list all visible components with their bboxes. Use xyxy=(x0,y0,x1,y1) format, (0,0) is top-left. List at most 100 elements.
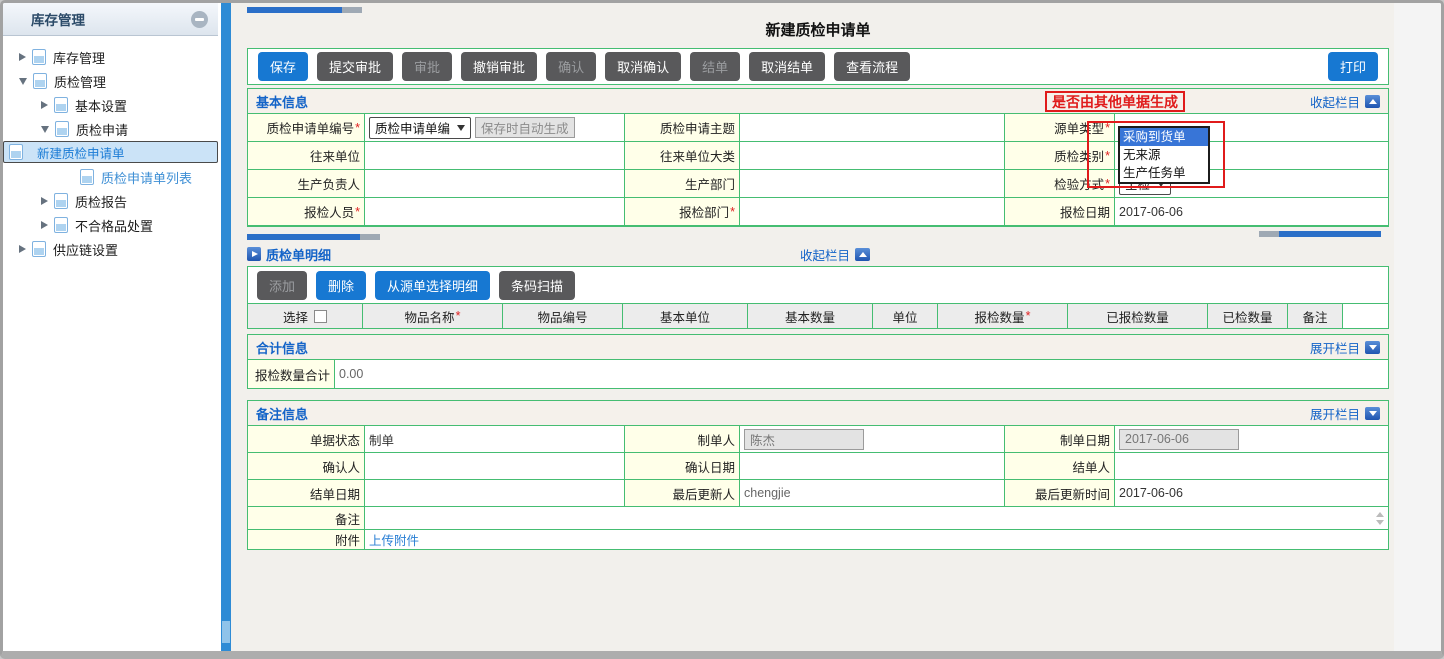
expander-collapsed-icon[interactable] xyxy=(41,101,48,109)
tree-item-qc-report[interactable]: 质检报告 xyxy=(3,189,218,213)
partner-category-field[interactable] xyxy=(740,142,1005,169)
tree-item-defective-handling[interactable]: 不合格品处置 xyxy=(3,213,218,237)
chevron-up-icon[interactable] xyxy=(1376,512,1384,517)
closer-value xyxy=(1115,453,1388,479)
remark-textarea[interactable] xyxy=(365,507,1388,529)
save-button[interactable]: 保存 xyxy=(258,52,308,81)
expander-expanded-icon[interactable] xyxy=(41,126,49,133)
tree-item-inventory-mgmt[interactable]: 库存管理 xyxy=(3,45,218,69)
select-all-checkbox[interactable] xyxy=(314,310,327,323)
tree-item-qc-apply-list[interactable]: 质检申请单列表 xyxy=(3,165,218,189)
content-right-gutter xyxy=(1394,3,1441,651)
expander-expanded-icon[interactable] xyxy=(19,78,27,85)
production-manager-field[interactable] xyxy=(365,170,625,197)
splitter-handle[interactable] xyxy=(222,621,230,643)
subject-field[interactable] xyxy=(740,114,1005,141)
scrollbar-thumb[interactable] xyxy=(247,7,342,13)
view-flow-button[interactable]: 查看流程 xyxy=(834,52,910,81)
tree-item-qc-apply[interactable]: 质检申请 xyxy=(3,117,218,141)
revoke-approval-button[interactable]: 撤销审批 xyxy=(461,52,537,81)
last-update-time-value: 2017-06-06 xyxy=(1115,480,1388,506)
tree-item-label: 不合格品处置 xyxy=(75,216,153,235)
tree-item-label: 库存管理 xyxy=(53,48,105,67)
required-marker: * xyxy=(1105,177,1110,191)
collapse-section-link[interactable]: 收起栏目 xyxy=(800,245,870,264)
submit-approval-button[interactable]: 提交审批 xyxy=(317,52,393,81)
collapse-up-icon xyxy=(855,248,870,261)
total-apply-qty-label: 报检数量合计 xyxy=(248,360,335,388)
tree-item-label: 质检申请 xyxy=(76,120,128,139)
expander-collapsed-icon[interactable] xyxy=(41,197,48,205)
tree-item-label: 质检管理 xyxy=(54,72,106,91)
sidebar: 库存管理 库存管理 质检管理 基本设置 xyxy=(3,3,218,651)
basic-info-section: 基本信息 是否由其他单据生成 收起栏目 质检申请单编号* 质检申请单编 保存时自… xyxy=(247,88,1389,227)
red-annotation-text: 是否由其他单据生成 xyxy=(1045,91,1185,112)
cancel-close-button[interactable]: 取消结单 xyxy=(749,52,825,81)
applicant-field[interactable] xyxy=(365,198,625,225)
total-section-header: 合计信息 展开栏目 xyxy=(248,335,1388,360)
scrollbar-track[interactable] xyxy=(1259,231,1279,237)
source-type-label: 源单类型* xyxy=(1005,114,1115,141)
expander-collapsed-icon[interactable] xyxy=(41,221,48,229)
sidebar-splitter[interactable] xyxy=(221,3,231,651)
form-row: 报检人员* 报检部门* 报检日期 2017-06-06 xyxy=(248,198,1388,226)
chevron-down-icon[interactable] xyxy=(1376,520,1384,525)
expander-collapsed-icon[interactable] xyxy=(19,245,26,253)
qc-category-label: 质检类别* xyxy=(1005,142,1115,169)
print-button[interactable]: 打印 xyxy=(1328,52,1378,81)
horizontal-scrollbar[interactable] xyxy=(247,7,362,13)
textarea-spinner[interactable] xyxy=(1376,512,1384,525)
confirmer-value xyxy=(365,453,625,479)
creator-label: 制单人 xyxy=(625,426,740,452)
column-unit: 单位 xyxy=(873,304,938,328)
required-marker: * xyxy=(1105,121,1110,135)
cancel-confirm-button[interactable]: 取消确认 xyxy=(605,52,681,81)
expander-collapsed-icon[interactable] xyxy=(19,53,26,61)
document-icon xyxy=(54,97,68,113)
dropdown-option[interactable]: 生产任务单 xyxy=(1120,164,1208,182)
document-icon xyxy=(55,121,69,137)
remark-label: 备注 xyxy=(248,507,365,529)
partner-label: 往来单位 xyxy=(248,142,365,169)
delete-row-button[interactable]: 删除 xyxy=(316,271,366,300)
upload-attachment-link[interactable]: 上传附件 xyxy=(369,530,419,549)
barcode-scan-button[interactable]: 条码扫描 xyxy=(499,271,575,300)
form-row: 往来单位 往来单位大类 质检类别* xyxy=(248,142,1388,170)
dropdown-option[interactable]: 无来源 xyxy=(1120,146,1208,164)
expand-section-link[interactable]: 展开栏目 xyxy=(1310,338,1380,357)
tree-item-basic-settings[interactable]: 基本设置 xyxy=(3,93,218,117)
tree-item-supply-chain-settings[interactable]: 供应链设置 xyxy=(3,237,218,261)
scrollbar-thumb[interactable] xyxy=(247,234,360,240)
doc-no-rule-select[interactable]: 质检申请单编 xyxy=(369,117,471,139)
create-date-input: 2017-06-06 xyxy=(1119,429,1239,450)
scrollbar-thumb[interactable] xyxy=(1279,231,1381,237)
apply-date-field[interactable]: 2017-06-06 xyxy=(1115,198,1388,225)
play-icon[interactable] xyxy=(247,247,261,261)
column-remark: 备注 xyxy=(1288,304,1343,328)
expand-link-label: 展开栏目 xyxy=(1310,404,1360,423)
collapse-section-link[interactable]: 收起栏目 xyxy=(1310,92,1380,111)
detail-section: 添加 删除 从源单选择明细 条码扫描 选择 物品名称* 物品编号 基本单位 基本… xyxy=(247,266,1389,329)
document-icon xyxy=(80,169,94,185)
add-row-button: 添加 xyxy=(257,271,307,300)
horizontal-scrollbar[interactable] xyxy=(1259,231,1381,237)
production-dept-field[interactable] xyxy=(740,170,1005,197)
apply-dept-field[interactable] xyxy=(740,198,1005,225)
select-from-source-button[interactable]: 从源单选择明细 xyxy=(375,271,490,300)
sidebar-title: 库存管理 xyxy=(31,9,85,29)
minus-icon xyxy=(195,18,204,21)
dropdown-option-selected[interactable]: 采购到货单 xyxy=(1120,128,1208,146)
required-marker: * xyxy=(730,205,735,219)
tree-item-qc-mgmt[interactable]: 质检管理 xyxy=(3,69,218,93)
horizontal-scrollbar[interactable] xyxy=(247,234,380,240)
expand-section-link[interactable]: 展开栏目 xyxy=(1310,404,1380,423)
scrollbar-track[interactable] xyxy=(342,7,362,13)
inspect-method-label: 检验方式* xyxy=(1005,170,1115,197)
sidebar-collapse-button[interactable] xyxy=(191,11,208,28)
column-select: 选择 xyxy=(248,304,363,328)
scrollbar-track[interactable] xyxy=(360,234,380,240)
source-type-dropdown-list[interactable]: 采购到货单 无来源 生产任务单 xyxy=(1118,126,1210,184)
applicant-label: 报检人员* xyxy=(248,198,365,225)
tree-item-new-qc-apply-form[interactable]: 新建质检申请单 xyxy=(3,141,218,163)
partner-field[interactable] xyxy=(365,142,625,169)
